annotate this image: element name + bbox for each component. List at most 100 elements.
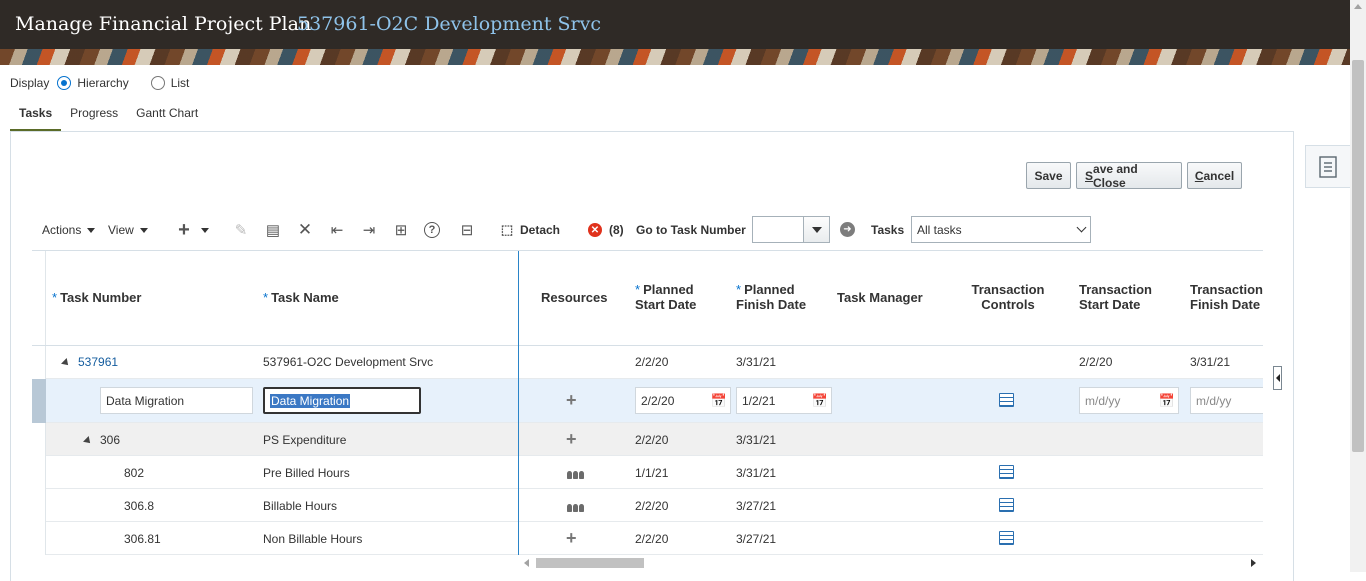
tasks-filter-select[interactable]: All tasks: [911, 216, 1091, 243]
transaction-start-cell: 2/2/20: [1079, 355, 1113, 369]
table-row[interactable]: 802 Pre Billed Hours 1/1/21 3/31/21: [46, 456, 1263, 489]
error-count[interactable]: ✕ (8): [588, 215, 624, 245]
column-header-label: Transaction: [971, 282, 1045, 297]
hierarchy-radio-label[interactable]: Hierarchy: [77, 76, 128, 90]
combobox-dropdown-button[interactable]: [803, 217, 829, 242]
planned-start-cell: 2/2/20: [635, 499, 669, 513]
transaction-start-input[interactable]: m/d/yy 📅: [1079, 387, 1179, 414]
go-to-task-combobox[interactable]: [752, 216, 830, 243]
column-header-task-manager[interactable]: Task Manager: [837, 290, 923, 305]
collapse-triangle-icon[interactable]: [61, 357, 71, 368]
column-header-planned-finish[interactable]: * Planned Finish Date: [736, 282, 806, 312]
side-panel-tab[interactable]: [1305, 145, 1350, 188]
column-header-transaction-finish[interactable]: Transaction Finish Date: [1190, 282, 1263, 312]
planned-finish-cell: 3/31/21: [736, 355, 777, 369]
actions-menu[interactable]: Actions: [42, 215, 96, 245]
collapse-triangle-icon[interactable]: [83, 435, 93, 446]
list-radio[interactable]: [150, 76, 165, 90]
save-and-close-mnemonic: S: [1085, 168, 1094, 183]
task-number-cell[interactable]: 537961: [61, 355, 118, 369]
edit-button[interactable]: ✎: [232, 215, 250, 245]
tab-gantt-chart[interactable]: Gantt Chart: [127, 96, 207, 132]
row-selected-indicator: [32, 379, 46, 423]
grid-icon: [999, 465, 1014, 479]
column-header-task-number[interactable]: * Task Number: [52, 290, 141, 305]
detach-icon: ⬚: [500, 222, 514, 237]
scrollbar-thumb[interactable]: [536, 558, 644, 568]
indent-icon: ⇥: [362, 222, 376, 239]
table-row[interactable]: 537961 537961-O2C Development Srvc 2/2/2…: [46, 346, 1263, 379]
task-number-link[interactable]: 537961: [78, 355, 118, 369]
document-button[interactable]: ▤: [264, 215, 282, 245]
hierarchy-radio[interactable]: [57, 76, 72, 90]
save-button[interactable]: Save: [1026, 162, 1071, 189]
view-menu-label: View: [108, 223, 134, 237]
chevron-down-icon: [1076, 222, 1087, 233]
transaction-controls-icon[interactable]: [999, 498, 1014, 515]
save-and-close-button[interactable]: Save and Close: [1076, 162, 1182, 190]
scroll-right-icon[interactable]: [1251, 559, 1256, 567]
column-header-transaction-controls[interactable]: Transaction Controls: [971, 282, 1045, 312]
planned-start-input[interactable]: 2/2/20 📅: [635, 387, 731, 414]
transaction-controls-icon[interactable]: [999, 465, 1014, 482]
table-row-editing[interactable]: Data Migration Data Migration + 2/2/20 📅 …: [46, 379, 1263, 423]
tasks-filter-value: All tasks: [917, 222, 962, 237]
detach-label: Detach: [520, 223, 561, 237]
task-name-cell: Billable Hours: [263, 499, 338, 513]
task-number-cell[interactable]: 306: [83, 433, 121, 447]
column-header-label: Task Name: [271, 290, 339, 305]
column-header-resources[interactable]: Resources: [541, 290, 607, 305]
column-header-planned-start[interactable]: * Planned Start Date: [635, 282, 696, 312]
task-number-input[interactable]: Data Migration: [100, 387, 253, 414]
table-row[interactable]: 306 PS Expenditure + 2/2/20 3/31/21: [46, 423, 1263, 456]
detach-button[interactable]: ⬚ Detach: [498, 215, 560, 245]
add-resource-icon[interactable]: +: [566, 429, 577, 450]
task-name-input[interactable]: Data Migration: [263, 387, 421, 414]
scroll-up-icon[interactable]: [1354, 4, 1362, 9]
transaction-controls-icon[interactable]: [999, 531, 1014, 548]
help-button[interactable]: ?: [424, 215, 440, 245]
tab-progress[interactable]: Progress: [61, 96, 127, 132]
horizontal-scrollbar[interactable]: [520, 556, 1260, 570]
planned-finish-input[interactable]: 1/2/21 📅: [736, 387, 832, 414]
transaction-controls-icon[interactable]: [999, 393, 1014, 410]
outdent-icon: ⇤: [330, 222, 344, 239]
add-task-button[interactable]: +: [175, 215, 209, 245]
cancel-button[interactable]: Cancel: [1187, 162, 1242, 189]
calendar-icon[interactable]: 📅: [711, 393, 727, 409]
calendar-icon[interactable]: 📅: [1159, 393, 1175, 409]
transaction-finish-input[interactable]: m/d/yy: [1190, 387, 1263, 414]
column-header-task-name[interactable]: * Task Name: [263, 290, 339, 305]
required-marker: *: [52, 290, 58, 305]
resources-people-icon[interactable]: [566, 468, 584, 482]
vertical-scrollbar[interactable]: [1350, 0, 1366, 572]
task-number-cell: 306.81: [124, 532, 161, 546]
column-header-transaction-start[interactable]: Transaction Start Date: [1079, 282, 1152, 312]
hierarchy-button[interactable]: ⊞: [392, 215, 410, 245]
add-resource-icon[interactable]: +: [566, 528, 577, 549]
resources-people-icon[interactable]: [566, 501, 584, 515]
transaction-start-placeholder: m/d/yy: [1085, 393, 1121, 408]
view-menu[interactable]: View: [108, 215, 148, 245]
scroll-left-icon[interactable]: [524, 559, 529, 567]
indent-button[interactable]: ⇥: [360, 215, 378, 245]
grid-icon: [999, 498, 1014, 512]
go-arrow-icon[interactable]: ➜: [840, 222, 855, 237]
tab-tasks[interactable]: Tasks: [10, 96, 62, 132]
outdent-button[interactable]: ⇤: [328, 215, 346, 245]
column-header-label: Transaction: [1079, 282, 1152, 297]
delete-button[interactable]: ✕: [296, 215, 314, 245]
table-row[interactable]: 306.8 Billable Hours 2/2/20 3/27/21: [46, 489, 1263, 522]
table-row[interactable]: 306.81 Non Billable Hours + 2/2/20 3/27/…: [46, 522, 1263, 555]
project-name: 537961-O2C Development Srvc: [297, 13, 601, 35]
frozen-column-divider[interactable]: [518, 251, 519, 555]
list-radio-label[interactable]: List: [171, 76, 190, 90]
freeze-button[interactable]: ⊟: [458, 215, 476, 245]
calendar-icon[interactable]: 📅: [812, 393, 828, 409]
scrollbar-thumb[interactable]: [1352, 60, 1364, 452]
collapse-pane-button[interactable]: [1273, 366, 1282, 390]
planned-start-cell: 1/1/21: [635, 466, 669, 480]
planned-start-cell: 2/2/20: [635, 355, 669, 369]
task-number-value: 306: [100, 433, 121, 447]
add-resource-icon[interactable]: +: [566, 390, 577, 411]
